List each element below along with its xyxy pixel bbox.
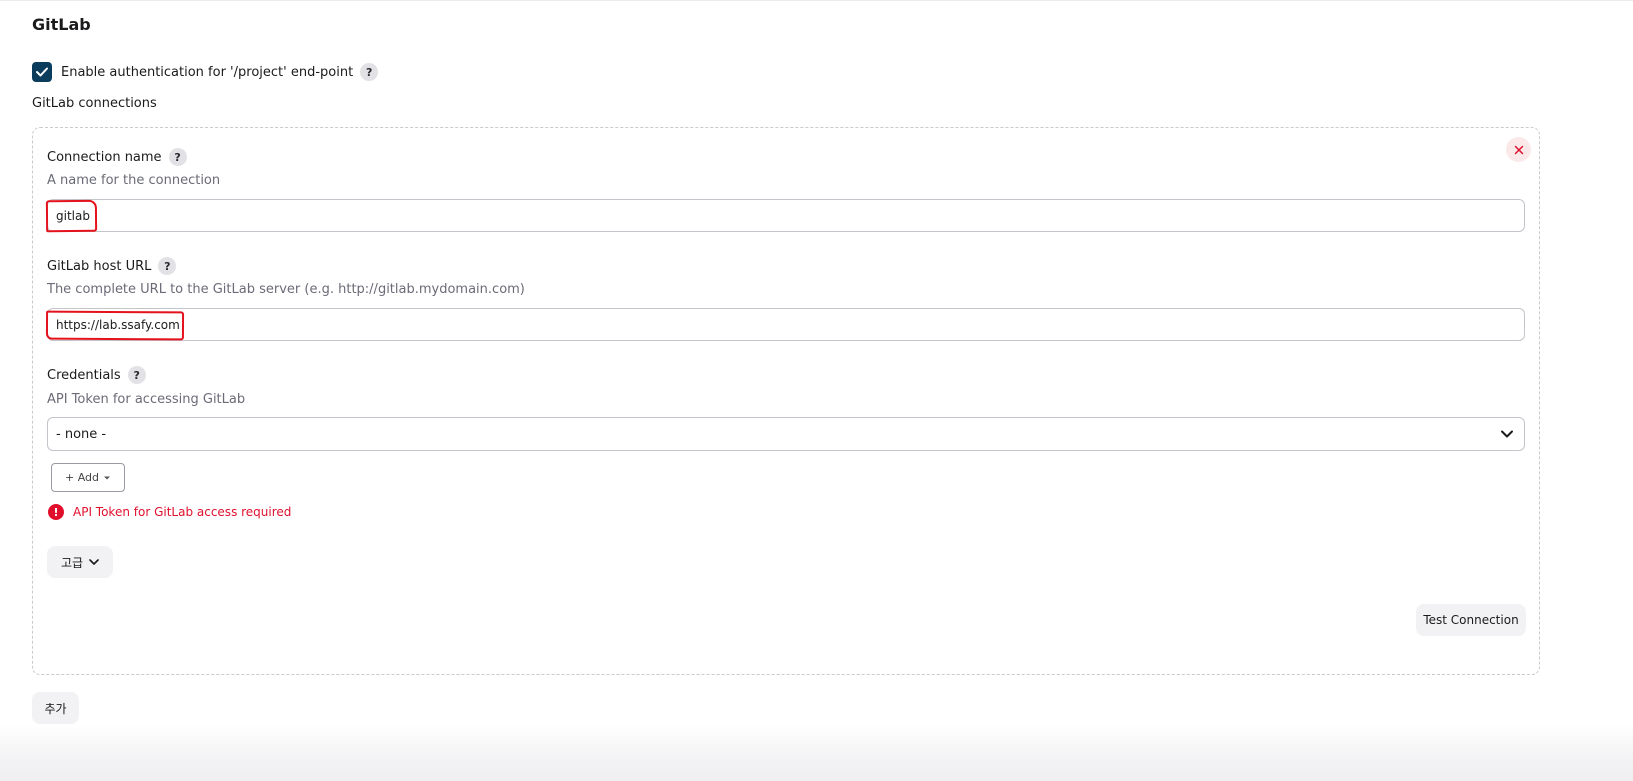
delete-connection-button[interactable]: [1506, 137, 1531, 162]
add-credentials-button[interactable]: + Add: [51, 463, 125, 492]
add-connection-button[interactable]: 추가: [32, 692, 79, 724]
host-url-label-row: GitLab host URL ?: [47, 256, 177, 276]
question-mark-icon[interactable]: ?: [168, 148, 187, 166]
connection-name-label-row: Connection name ?: [47, 147, 187, 167]
auth-checkbox[interactable]: [32, 62, 52, 82]
chevron-down-icon: [89, 559, 99, 565]
close-icon: [1514, 145, 1523, 154]
error-message: API Token for GitLab access required: [73, 505, 292, 519]
connections-label: GitLab connections: [32, 96, 157, 111]
connection-name-description: A name for the connection: [47, 173, 221, 188]
credentials-label-row: Credentials ?: [47, 365, 146, 385]
check-icon: [36, 67, 48, 77]
credentials-label: Credentials: [47, 367, 121, 383]
credentials-select[interactable]: - none -: [47, 417, 1525, 451]
bottom-bar-shadow: [0, 725, 1633, 781]
auth-checkbox-label[interactable]: Enable authentication for '/project' end…: [61, 65, 353, 80]
host-url-description: The complete URL to the GitLab server (e…: [47, 282, 525, 297]
advanced-label: 고급: [60, 555, 84, 570]
question-mark-icon[interactable]: ?: [127, 366, 146, 384]
section-title: GitLab: [32, 15, 91, 34]
credentials-error: ! API Token for GitLab access required: [48, 503, 291, 521]
chevron-down-icon: [1501, 430, 1513, 438]
question-mark-icon[interactable]: ?: [360, 63, 379, 81]
gitlab-config-page: GitLab Enable authentication for '/proje…: [0, 0, 1633, 781]
connection-name-label: Connection name: [47, 149, 162, 165]
divider: [0, 0, 1633, 1]
credentials-selected-value: - none -: [56, 426, 107, 442]
test-connection-button[interactable]: Test Connection: [1416, 604, 1526, 636]
credentials-description: API Token for accessing GitLab: [47, 392, 246, 407]
question-mark-icon[interactable]: ?: [158, 257, 177, 275]
connection-name-input[interactable]: [47, 199, 1525, 232]
exclamation-circle-icon: !: [48, 504, 64, 520]
add-credentials-label: + Add: [64, 471, 99, 484]
auth-checkbox-row: Enable authentication for '/project' end…: [32, 61, 379, 83]
host-url-label: GitLab host URL: [47, 258, 152, 274]
caret-down-icon: [104, 476, 110, 479]
host-url-input[interactable]: [47, 308, 1525, 341]
advanced-button[interactable]: 고급: [47, 546, 113, 578]
